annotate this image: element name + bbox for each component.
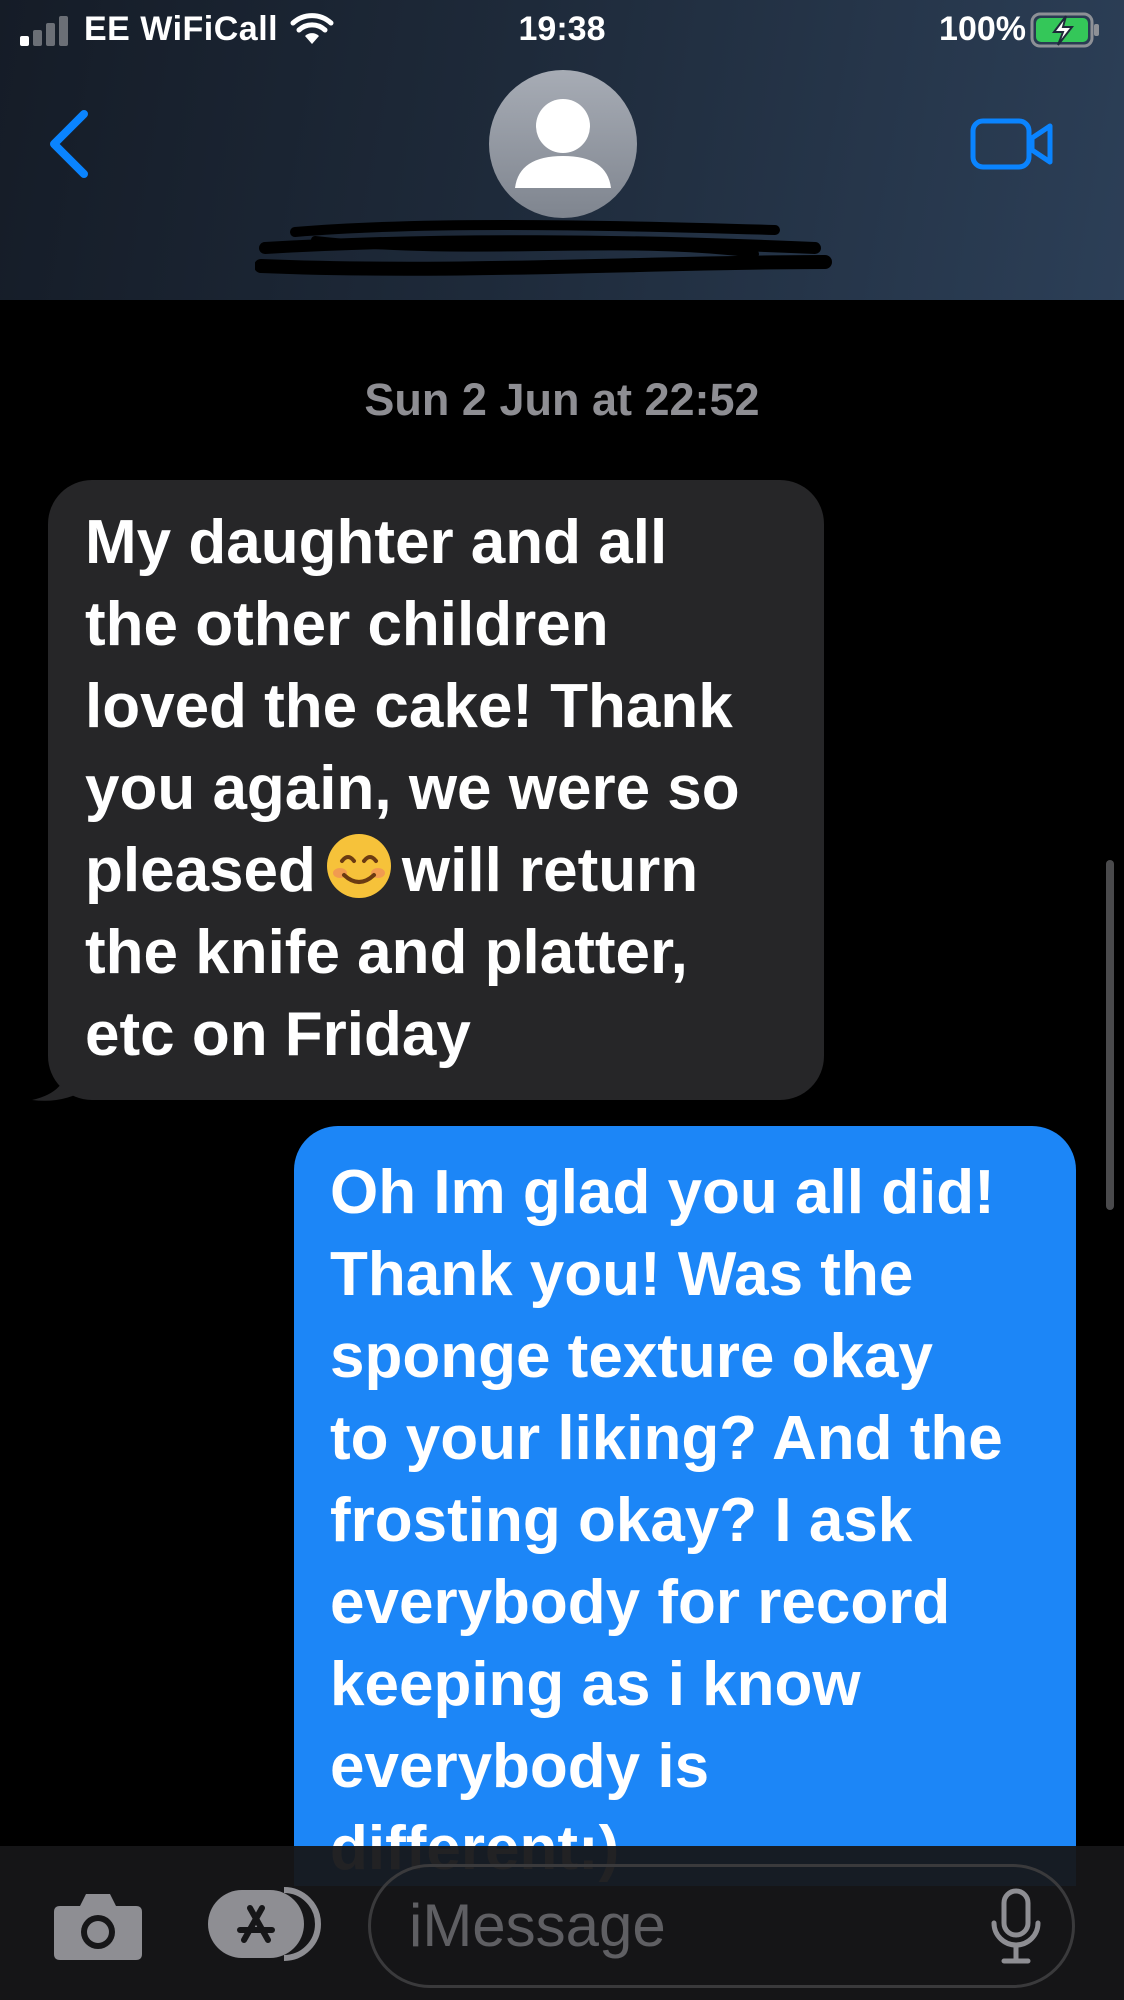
- message-line: Thank you! Was the: [330, 1240, 914, 1309]
- status-bar: EE WiFiCall 19:38 100%: [0, 0, 1124, 64]
- message-line: the knife and platter,: [85, 918, 688, 987]
- imessage-input[interactable]: iMessage: [368, 1864, 1075, 1988]
- message-line: sponge texture okay: [330, 1322, 933, 1391]
- incoming-message-bubble[interactable]: My daughter and all the other children l…: [48, 480, 824, 1100]
- microphone-icon[interactable]: [990, 1887, 1042, 1967]
- smiling-face-emoji-icon: [326, 834, 391, 898]
- camera-icon[interactable]: [52, 1888, 144, 1962]
- back-chevron-icon[interactable]: [44, 108, 96, 180]
- message-timestamp: Sun 2 Jun at 22:52: [364, 374, 760, 425]
- redacted-contact-name: [255, 220, 832, 276]
- message-line: My daughter and all: [85, 508, 668, 577]
- message-line: Oh Im glad you all did!: [330, 1158, 995, 1227]
- message-line: etc on Friday: [85, 1000, 471, 1069]
- message-text: will return: [401, 836, 699, 905]
- message-line: you again, we were so: [85, 754, 740, 823]
- contact-avatar[interactable]: [489, 70, 637, 218]
- message-line: to your liking? And the: [330, 1404, 1003, 1473]
- battery-percentage: 100%: [939, 10, 1026, 48]
- message-line-with-emoji: pleased will return: [85, 830, 794, 912]
- message-line: the other children: [85, 590, 609, 659]
- video-call-icon[interactable]: [970, 116, 1054, 172]
- conversation-header: EE WiFiCall 19:38 100%: [0, 0, 1124, 300]
- input-placeholder: iMessage: [409, 1892, 666, 1959]
- app-store-icon[interactable]: [206, 1884, 322, 1964]
- message-text: pleased: [85, 836, 316, 905]
- message-line: keeping as i know: [330, 1650, 861, 1719]
- person-silhouette-icon: [515, 99, 611, 188]
- outgoing-message-bubble[interactable]: Oh Im glad you all did! Thank you! Was t…: [294, 1126, 1076, 1886]
- message-line: frosting okay? I ask: [330, 1486, 913, 1555]
- message-line: everybody for record: [330, 1568, 951, 1637]
- message-line: loved the cake! Thank: [85, 672, 733, 741]
- battery-charging-icon: [1030, 12, 1099, 48]
- message-line: everybody is: [330, 1732, 710, 1801]
- scrollbar[interactable]: [1106, 860, 1114, 1210]
